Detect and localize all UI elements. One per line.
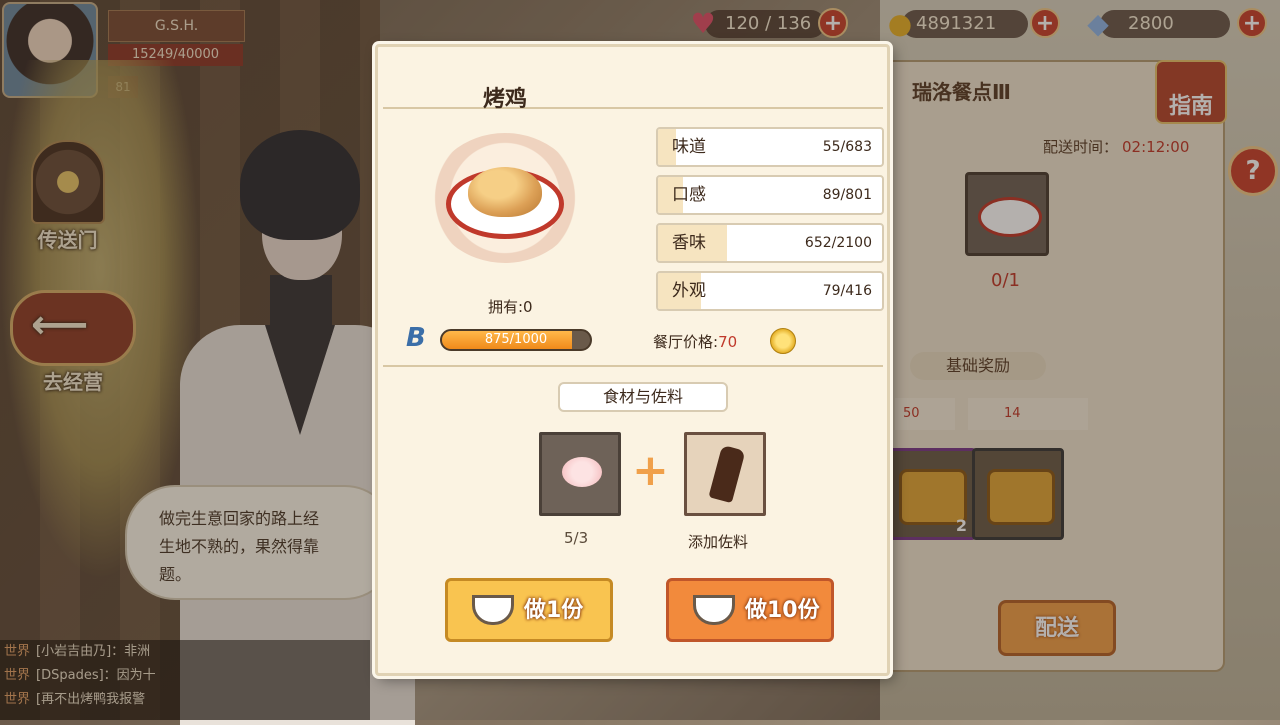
ingredient-count: 5/3	[564, 529, 589, 547]
price-label: 餐厅价格:	[653, 333, 719, 351]
stat-value: 79/416	[822, 283, 872, 299]
stat-aroma: 香味 652/2100	[656, 223, 884, 263]
stat-appearance: 外观 79/416	[656, 271, 884, 311]
raw-chicken-icon	[562, 457, 602, 487]
proficiency-bar: 875/1000	[440, 329, 592, 351]
dish-stats: 味道 55/683 口感 89/801 香味 652/2100 外观 79/41…	[656, 127, 884, 319]
cook-one-label: 做1份	[524, 598, 584, 623]
plus-icon: +	[632, 445, 669, 496]
restaurant-price: 餐厅价格:70	[653, 331, 737, 352]
recipe-dialog: 烤鸡 拥有:0 B 875/1000 味道 55/683 口感 89/801 香…	[375, 44, 890, 676]
stat-texture: 口感 89/801	[656, 175, 884, 215]
stat-value: 652/2100	[804, 235, 872, 251]
cooking-pot-icon	[693, 595, 735, 625]
price-value: 70	[718, 333, 738, 351]
stat-name: 味道	[672, 137, 706, 157]
cook-ten-button[interactable]: 做10份	[666, 578, 834, 642]
cook-one-button[interactable]: 做1份	[445, 578, 613, 642]
proficiency-b-icon: B	[406, 323, 426, 353]
seasoning-slot[interactable]	[684, 432, 766, 516]
gold-coin-icon	[770, 328, 796, 354]
dialog-header	[383, 57, 883, 109]
ingredients-title: 食材与佐料	[558, 382, 728, 412]
stat-value: 55/683	[822, 139, 872, 155]
stat-name: 香味	[672, 233, 706, 253]
dish-title: 烤鸡	[483, 87, 528, 112]
section-divider	[383, 365, 883, 367]
proficiency-text: 875/1000	[484, 332, 548, 347]
seasoning-bottle-icon	[708, 444, 746, 504]
cook-ten-label: 做10份	[745, 598, 820, 623]
add-seasoning-label: 添加佐料	[688, 533, 749, 551]
stat-value: 89/801	[822, 187, 872, 203]
stat-name: 口感	[672, 185, 706, 205]
cooking-pot-icon	[472, 595, 514, 625]
stat-name: 外观	[672, 281, 706, 301]
roast-chicken-icon	[468, 167, 542, 217]
stat-taste: 味道 55/683	[656, 127, 884, 167]
dish-image	[430, 133, 580, 263]
ingredient-raw-chicken-slot[interactable]	[539, 432, 621, 516]
owned-count: 拥有:0	[488, 298, 533, 316]
